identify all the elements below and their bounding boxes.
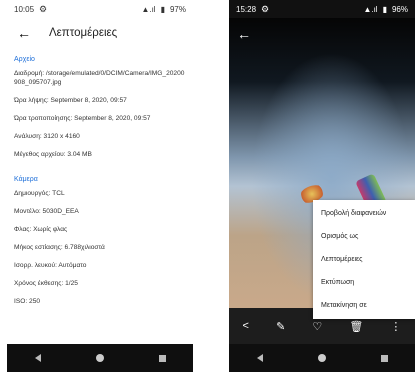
nav-back-icon[interactable] xyxy=(34,354,41,362)
delete-icon[interactable]: 🗑 xyxy=(349,320,363,333)
back-arrow-icon[interactable]: ← xyxy=(17,25,31,41)
menu-item-slideshow[interactable]: Προβολή διαφανειών xyxy=(313,202,415,225)
nav-home-icon[interactable] xyxy=(95,354,104,362)
signal-icon: ▲.ıl xyxy=(363,4,378,14)
menu-item-set-as[interactable]: Ορισμός ως xyxy=(313,225,415,248)
detail-row-focal-length: Μήκος εστίασης: 6.788χιλιοστά xyxy=(14,244,105,251)
menu-item-details[interactable]: Λεπτομέρειες xyxy=(313,248,415,271)
menu-item-print[interactable]: Εκτύπωση xyxy=(313,271,415,294)
detail-row-iso: ISO: 250 xyxy=(14,298,41,305)
signal-icon: ▲.ıl xyxy=(141,4,156,14)
photo-viewer-screen: 15:28 ⚙ ▲.ıl ▮ 96% ← < ✎ ♡ 🗑 ⋮ Προβολή δ… xyxy=(229,0,415,372)
detail-row-exposure: Χρόνος έκθεσης: 1/25 xyxy=(14,280,78,287)
overflow-menu: Προβολή διαφανειών Ορισμός ως Λεπτομέρει… xyxy=(313,200,415,319)
detail-row-taken: Ώρα λήψης: September 8, 2020, 09:57 xyxy=(14,97,127,104)
battery-level: 97% xyxy=(169,4,186,14)
status-bar: 15:28 ⚙ ▲.ıl ▮ 96% xyxy=(229,0,415,18)
system-nav-bar xyxy=(229,344,415,372)
detail-row-path: Διαδρομή: /storage/emulated/0/DCIM/Camer… xyxy=(14,70,185,86)
details-screen: 10:05 ⚙ ▲.ıl ▮ 97% ← Λεπτομέρειες Αρχείο… xyxy=(7,0,193,372)
system-nav-bar xyxy=(7,344,193,372)
more-icon[interactable]: ⋮ xyxy=(390,320,401,333)
page-title: Λεπτομέρειες xyxy=(49,27,118,39)
detail-row-resolution: Ανάλυση: 3120 x 4160 xyxy=(14,133,80,140)
gear-icon: ⚙ xyxy=(261,3,270,14)
battery-level: 96% xyxy=(391,4,408,14)
battery-icon: ▮ xyxy=(382,4,387,14)
status-bar: 10:05 ⚙ ▲.ıl ▮ 97% xyxy=(7,0,193,18)
detail-row-model: Μοντέλο: 5030D_EEA xyxy=(14,208,79,215)
menu-item-move-to[interactable]: Μετακίνηση σε xyxy=(313,294,415,317)
app-bar: ← Λεπτομέρειες xyxy=(7,18,193,48)
detail-row-white-balance: Ισορρ. λευκού: Αυτόματο xyxy=(14,262,87,269)
battery-icon: ▮ xyxy=(160,4,165,14)
section-header-camera: Κάμερα xyxy=(14,176,38,183)
favorite-icon[interactable]: ♡ xyxy=(312,320,322,333)
section-header-file: Αρχείο xyxy=(14,56,35,63)
status-time: 15:28 xyxy=(236,4,257,14)
nav-home-icon[interactable] xyxy=(317,354,326,362)
detail-row-flash: Φλας: Χωρίς φλας xyxy=(14,226,68,233)
status-time: 10:05 xyxy=(14,4,35,14)
nav-back-icon[interactable] xyxy=(256,354,263,362)
detail-row-modified: Ώρα τροποποίησης: September 8, 2020, 09:… xyxy=(14,115,151,122)
edit-icon[interactable]: ✎ xyxy=(276,320,285,333)
detail-row-filesize: Μέγεθος αρχείου: 3.04 MB xyxy=(14,151,92,158)
gear-icon: ⚙ xyxy=(39,3,48,14)
detail-row-maker: Δημιουργός: TCL xyxy=(14,190,65,197)
nav-recents-icon[interactable] xyxy=(380,354,388,362)
back-arrow-icon[interactable]: ← xyxy=(237,26,251,42)
nav-recents-icon[interactable] xyxy=(158,354,166,362)
share-icon[interactable]: < xyxy=(243,320,249,332)
